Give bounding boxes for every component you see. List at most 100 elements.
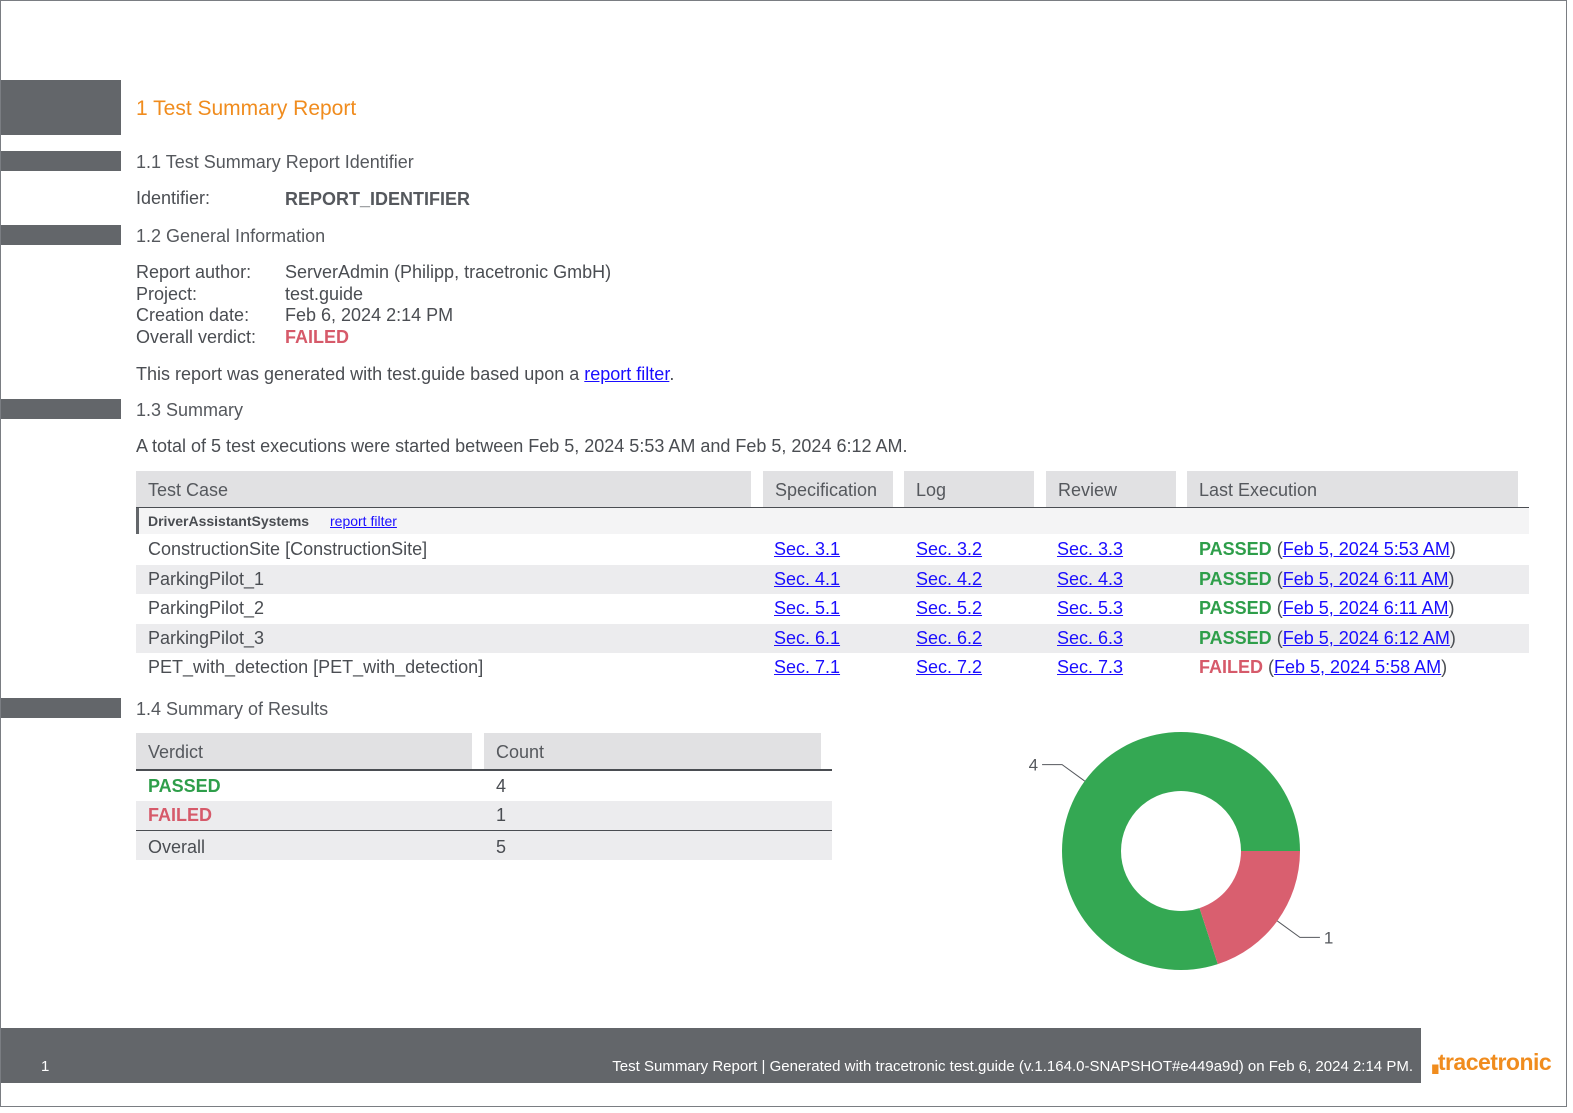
donut-leader-line <box>1042 764 1086 782</box>
overall-label: Overall <box>148 837 206 857</box>
overall-count: 5 <box>496 837 507 857</box>
test-case-name: ConstructionSite [ConstructionSite] <box>148 539 428 559</box>
group-report-filter-link[interactable]: report filter <box>330 513 397 529</box>
header-last-execution: Last Execution <box>1187 471 1518 507</box>
review-link[interactable]: Sec. 5.3 <box>1057 594 1123 623</box>
results-donut-chart: 41 <box>1029 732 1333 970</box>
verdict-passed: PASSED <box>1199 569 1272 589</box>
log-link[interactable]: Sec. 7.2 <box>916 653 982 682</box>
header-test-case: Test Case <box>136 471 751 507</box>
footer-text: Test Summary Report | Generated with tra… <box>612 1058 1413 1075</box>
results-row: FAILED 1 <box>136 801 832 830</box>
section-title-results: 1.4 Summary of Results <box>136 699 329 719</box>
identifier-label: Identifier: <box>136 188 211 208</box>
group-row: DriverAssistantSystems report filter <box>136 508 1529 534</box>
execution-date-link[interactable]: Feb 5, 2024 6:11 AM <box>1283 598 1449 618</box>
header-verdict: Verdict <box>136 733 472 769</box>
overall-verdict-value: FAILED <box>285 327 350 347</box>
verdict-passed: PASSED <box>1199 628 1272 648</box>
test-case-name: ParkingPilot_2 <box>148 598 265 618</box>
report-title: 1 Test Summary Report <box>136 97 357 120</box>
results-count: 4 <box>496 776 507 796</box>
donut-slice-failed <box>1199 851 1300 965</box>
logo-mark-icon: ▗ <box>1426 1057 1438 1074</box>
report-filter-link[interactable]: report filter <box>584 364 669 384</box>
report-page: 1 Test Summary Report 1.1 Test Summary R… <box>0 0 1567 1107</box>
results-overall-row: Overall 5 <box>136 831 832 860</box>
spec-link[interactable]: Sec. 5.1 <box>774 594 840 623</box>
donut-leader-line <box>1276 920 1320 938</box>
table-row: ParkingPilot_1 Sec. 4.1 Sec. 4.2 Sec. 4.… <box>136 565 1529 594</box>
log-link[interactable]: Sec. 4.2 <box>916 565 982 594</box>
verdict-passed: PASSED <box>1199 539 1272 559</box>
donut-data-label: 1 <box>1324 928 1333 947</box>
last-execution: PASSED (Feb 5, 2024 6:11 AM) <box>1199 565 1454 594</box>
execution-date-link[interactable]: Feb 5, 2024 6:11 AM <box>1283 569 1449 589</box>
identifier-value: REPORT_IDENTIFIER <box>285 189 471 209</box>
creation-date-value: Feb 6, 2024 2:14 PM <box>285 305 454 325</box>
summary-intro: A total of 5 test executions were starte… <box>136 436 908 456</box>
verdict-failed: FAILED <box>1199 657 1264 677</box>
paren: ) <box>1448 569 1455 589</box>
execution-date-link[interactable]: Feb 5, 2024 6:12 AM <box>1283 628 1450 648</box>
log-link[interactable]: Sec. 6.2 <box>916 624 982 653</box>
paren: ) <box>1449 539 1456 559</box>
test-case-name: ParkingPilot_3 <box>148 628 265 648</box>
table-row: ParkingPilot_2 Sec. 5.1 Sec. 5.2 Sec. 5.… <box>136 594 1529 623</box>
last-execution: PASSED (Feb 5, 2024 5:53 AM) <box>1199 535 1456 564</box>
section-marker-bar <box>1 399 121 419</box>
header-review: Review <box>1046 471 1176 507</box>
header-log: Log <box>904 471 1034 507</box>
paren: ) <box>1449 628 1456 648</box>
logo-text: tracetronic <box>1437 1049 1552 1075</box>
section-title-identifier: 1.1 Test Summary Report Identifier <box>136 152 414 172</box>
header-specification: Specification <box>763 471 893 507</box>
verdict-passed: PASSED <box>1199 598 1272 618</box>
spec-link[interactable]: Sec. 7.1 <box>774 653 840 682</box>
execution-date-link[interactable]: Feb 5, 2024 5:58 AM <box>1274 657 1441 677</box>
paren: ) <box>1441 657 1448 677</box>
group-name: DriverAssistantSystems <box>148 513 310 529</box>
review-link[interactable]: Sec. 3.3 <box>1057 535 1123 564</box>
tracetronic-logo: ▗tracetronic <box>1426 1049 1552 1076</box>
section-title-general: 1.2 General Information <box>136 226 326 246</box>
project-label: Project: <box>136 284 198 304</box>
execution-date-link[interactable]: Feb 5, 2024 5:53 AM <box>1283 539 1450 559</box>
report-filter-note: This report was generated with test.guid… <box>136 364 674 385</box>
author-value: ServerAdmin (Philipp, tracetronic GmbH) <box>285 262 612 282</box>
spec-link[interactable]: Sec. 3.1 <box>774 535 840 564</box>
log-link[interactable]: Sec. 3.2 <box>916 535 982 564</box>
table-row: ParkingPilot_3 Sec. 6.1 Sec. 6.2 Sec. 6.… <box>136 624 1529 653</box>
note-suffix: . <box>669 364 675 384</box>
header-count: Count <box>484 733 821 769</box>
section-marker-bar <box>1 80 121 135</box>
paren: ) <box>1448 598 1455 618</box>
test-case-name: PET_with_detection [PET_with_detection] <box>148 657 484 677</box>
page-number: 1 <box>41 1058 50 1075</box>
results-header-divider <box>136 769 832 771</box>
last-execution: PASSED (Feb 5, 2024 6:12 AM) <box>1199 624 1456 653</box>
spec-link[interactable]: Sec. 4.1 <box>774 565 840 594</box>
results-verdict-failed: FAILED <box>148 805 213 825</box>
section-marker-bar <box>1 151 121 171</box>
results-verdict-passed: PASSED <box>148 776 221 796</box>
author-label: Report author: <box>136 262 252 282</box>
review-link[interactable]: Sec. 4.3 <box>1057 565 1123 594</box>
section-title-summary: 1.3 Summary <box>136 400 244 420</box>
creation-date-label: Creation date: <box>136 305 250 325</box>
results-count: 1 <box>496 805 507 825</box>
overall-verdict-label: Overall verdict: <box>136 327 257 347</box>
donut-data-label: 4 <box>1029 756 1038 775</box>
last-execution: FAILED (Feb 5, 2024 5:58 AM) <box>1199 653 1447 682</box>
last-execution: PASSED (Feb 5, 2024 6:11 AM) <box>1199 594 1454 623</box>
table-row: ConstructionSite [ConstructionSite] Sec.… <box>136 535 1529 564</box>
review-link[interactable]: Sec. 6.3 <box>1057 624 1123 653</box>
review-link[interactable]: Sec. 7.3 <box>1057 653 1123 682</box>
table-row: PET_with_detection [PET_with_detection] … <box>136 653 1529 682</box>
section-marker-bar <box>1 698 121 718</box>
note-text: This report was generated with test.guid… <box>136 364 585 384</box>
log-link[interactable]: Sec. 5.2 <box>916 594 982 623</box>
test-case-name: ParkingPilot_1 <box>148 569 265 589</box>
project-value: test.guide <box>285 284 364 304</box>
spec-link[interactable]: Sec. 6.1 <box>774 624 840 653</box>
